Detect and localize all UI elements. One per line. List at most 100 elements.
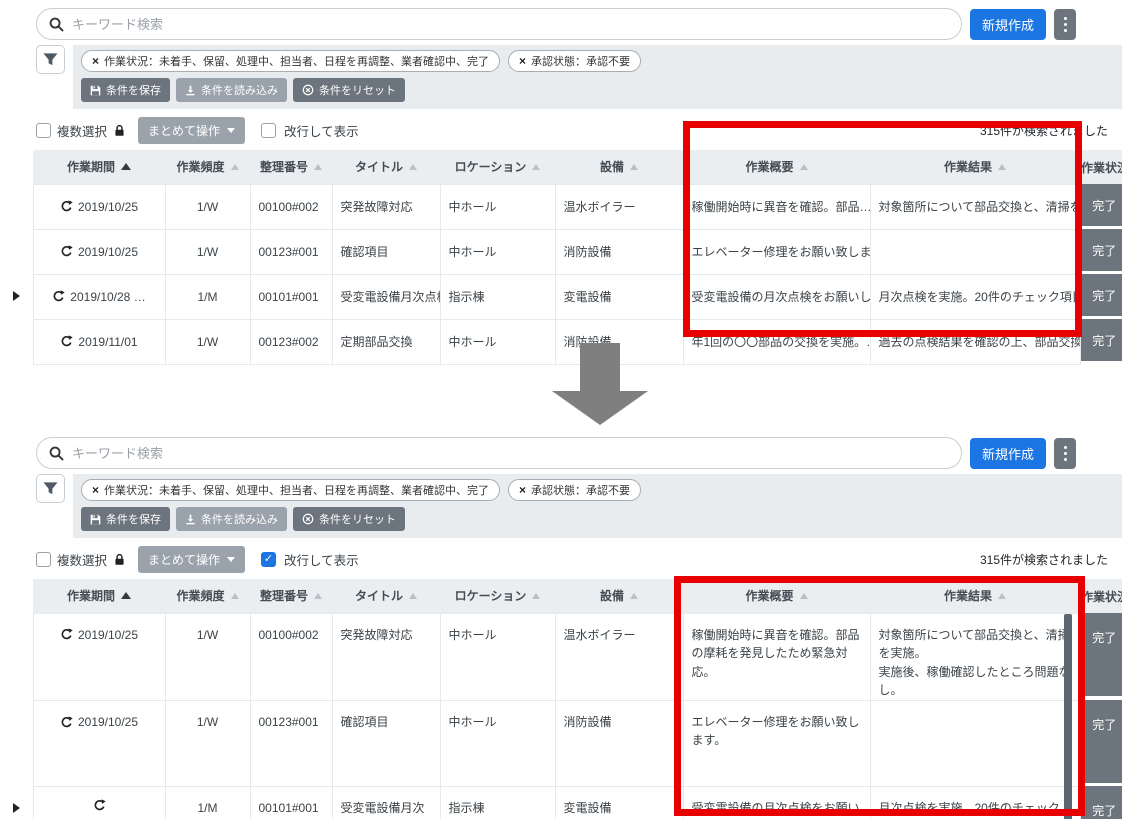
result-count: 315件が検索されました: [979, 553, 1108, 567]
save-icon: [90, 514, 101, 524]
filter-button[interactable]: [36, 45, 65, 74]
col-header-equipment[interactable]: 設備: [555, 150, 683, 184]
col-header-period[interactable]: 作業期間: [33, 579, 165, 613]
create-new-button[interactable]: 新規作成: [969, 8, 1046, 40]
col-header-status[interactable]: 作業状況: [1080, 150, 1122, 184]
filter-chip-approval[interactable]: × 承認状態：承認不要: [508, 479, 642, 501]
filter-chip-approval[interactable]: × 承認状態：承認不要: [508, 50, 642, 72]
chip-label: 承認状態：承認不要: [531, 485, 631, 497]
filter-button[interactable]: [36, 474, 65, 503]
col-header-location[interactable]: ロケーション: [440, 579, 555, 613]
col-header-status[interactable]: 作業状況: [1080, 579, 1122, 613]
expand-cell: [0, 319, 34, 364]
cell-result: [869, 228, 1081, 275]
cell-number: 00100#002: [249, 183, 333, 230]
col-header-number[interactable]: 整理番号: [250, 579, 332, 613]
kebab-menu-button[interactable]: [1054, 437, 1076, 469]
search-input[interactable]: [72, 16, 949, 32]
col-header-frequency[interactable]: 作業頻度: [165, 579, 250, 613]
load-conditions-button[interactable]: 条件を読み込み: [176, 507, 287, 531]
col-header-number[interactable]: 整理番号: [250, 150, 332, 184]
reset-conditions-button[interactable]: 条件をリセット: [293, 507, 405, 531]
work-table-after: 作業期間 作業頻度 整理番号 タイトル ロケーション 設備 作業概要 作業結果 …: [0, 579, 1122, 819]
bulk-action-button[interactable]: まとめて操作: [138, 117, 246, 144]
save-conditions-button[interactable]: 条件を保存: [81, 507, 170, 531]
load-conditions-button[interactable]: 条件を読み込み: [176, 78, 287, 102]
vertical-scrollbar[interactable]: [1064, 614, 1072, 819]
search-box[interactable]: [36, 437, 962, 469]
cell-frequency: 1/M: [164, 785, 251, 819]
wrap-display-checkbox[interactable]: [261, 123, 277, 138]
save-icon: [90, 85, 101, 95]
wrap-display-checkbox[interactable]: ✓: [261, 552, 277, 567]
download-icon: [186, 514, 195, 524]
expand-cell[interactable]: [0, 786, 34, 819]
status-badge: 完了: [1080, 274, 1122, 316]
search-input[interactable]: [72, 445, 949, 461]
cell-period: 2019/10/25: [32, 699, 166, 787]
col-header-equipment[interactable]: 設備: [555, 579, 683, 613]
kebab-menu-button[interactable]: [1054, 8, 1076, 40]
col-header-location[interactable]: ロケーション: [440, 150, 555, 184]
save-conditions-button[interactable]: 条件を保存: [81, 78, 170, 102]
cell-summary: 稼働開始時に異音を確認。部品…: [682, 183, 871, 230]
cell-status: 完了: [1080, 700, 1122, 786]
expand-cell: [0, 229, 34, 274]
sort-icon: [998, 592, 1006, 599]
sort-icon: [409, 163, 417, 170]
cell-status: 完了: [1080, 786, 1122, 819]
filter-chip-work-status[interactable]: × 作業状況：未着手、保留、処理中、担当者、日程を再調整、業者確認中、完了: [81, 50, 501, 72]
repeat-icon: [93, 799, 106, 812]
reset-icon: [302, 513, 314, 525]
panel-after-wrap: 新規作成 × 作業状況：未着手、保留、処理中、担当者、日程を再調整、業者確認中、…: [0, 437, 1122, 819]
bulk-action-button[interactable]: まとめて操作: [138, 546, 246, 573]
chevron-down-icon: [227, 557, 236, 562]
funnel-icon: [43, 482, 58, 495]
filter-conditions-area: × 作業状況：未着手、保留、処理中、担当者、日程を再調整、業者確認中、完了 × …: [73, 474, 1122, 538]
table-row: 2019/10/25 1/W 00100#002 突発故障対応 中ホール 温水ボイラー 稼働…: [0, 183, 1122, 230]
search-row: 新規作成: [36, 8, 1076, 40]
reset-icon: [302, 84, 314, 96]
table-row: 2019/10/25 1/W 00123#001 確認項目 中ホール 消防設備 エレベーター…: [0, 228, 1122, 275]
expand-cell[interactable]: [0, 274, 34, 319]
cell-location: 中ホール: [439, 228, 556, 275]
search-icon: [49, 17, 64, 32]
col-header-title[interactable]: タイトル: [332, 150, 440, 184]
col-header-period[interactable]: 作業期間: [33, 150, 165, 184]
sort-icon: [998, 163, 1006, 170]
chip-label: 作業状況：未着手、保留、処理中、担当者、日程を再調整、業者確認中、完了: [104, 56, 490, 68]
col-header-summary[interactable]: 作業概要: [683, 150, 870, 184]
cell-frequency: 1/W: [164, 318, 251, 365]
chevron-down-icon: [227, 128, 236, 133]
multi-select-checkbox[interactable]: [36, 123, 51, 138]
cell-period: 2019/11/01: [32, 318, 166, 365]
cell-equipment: 消防設備: [554, 699, 684, 787]
multi-select-label: 複数選択: [57, 554, 108, 568]
multi-select-checkbox[interactable]: [36, 552, 51, 567]
expand-row-icon[interactable]: [12, 290, 20, 301]
cell-summary: 年1回の〇〇部品の交換を実施。…: [682, 318, 871, 365]
filter-chip-work-status[interactable]: × 作業状況：未着手、保留、処理中、担当者、日程を再調整、業者確認中、完了: [81, 479, 501, 501]
cell-location: 中ホール: [439, 612, 556, 701]
remove-chip-icon[interactable]: ×: [519, 483, 526, 497]
remove-chip-icon[interactable]: ×: [519, 54, 526, 68]
reset-conditions-button[interactable]: 条件をリセット: [293, 78, 405, 102]
remove-chip-icon[interactable]: ×: [92, 54, 99, 68]
col-header-frequency[interactable]: 作業頻度: [165, 150, 250, 184]
col-header-title[interactable]: タイトル: [332, 579, 440, 613]
create-new-button[interactable]: 新規作成: [969, 437, 1046, 469]
expand-row-icon[interactable]: [12, 803, 20, 814]
repeat-icon: [52, 290, 65, 303]
remove-chip-icon[interactable]: ×: [92, 483, 99, 497]
status-badge: 完了: [1080, 319, 1122, 361]
col-header-result[interactable]: 作業結果: [870, 579, 1080, 613]
search-box[interactable]: [36, 8, 962, 40]
cell-period: 2019/10/28 ～ 2023/10/28: [32, 785, 166, 819]
table-header-row: 作業期間 作業頻度 整理番号 タイトル ロケーション 設備 作業概要 作業結果 …: [0, 150, 1122, 184]
download-icon: [186, 85, 195, 95]
cell-location: 中ホール: [439, 318, 556, 365]
col-header-result[interactable]: 作業結果: [870, 150, 1080, 184]
col-header-summary[interactable]: 作業概要: [683, 579, 870, 613]
cell-location: 指示棟: [439, 273, 556, 320]
cell-equipment: 温水ボイラー: [554, 183, 684, 230]
